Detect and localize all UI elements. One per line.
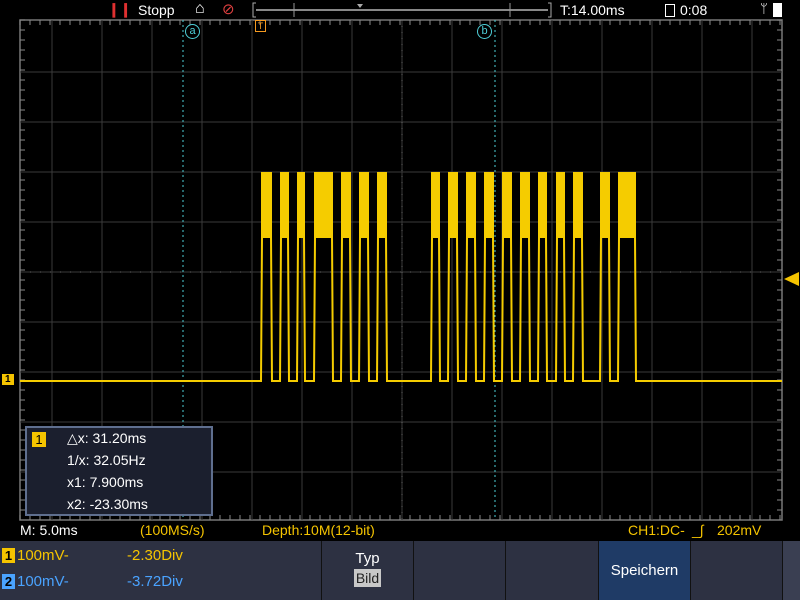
- type-label: Typ: [355, 550, 380, 567]
- inverse-delta-x: 1/x: 32.05Hz: [67, 452, 146, 468]
- pulse-burst: [466, 172, 476, 237]
- measurement-panel: 1 △x: 31.20ms 1/x: 32.05Hz x1: 7.900ms x…: [25, 426, 213, 516]
- rising-edge-icon: _∫: [692, 522, 704, 538]
- pulse-burst: [341, 172, 351, 237]
- pulse-burst: [431, 172, 440, 237]
- trigger-level-marker[interactable]: [784, 272, 799, 286]
- pause-icon[interactable]: ❙❙: [108, 1, 131, 18]
- usb-icon: ᛘ: [760, 1, 768, 16]
- menu-scroll[interactable]: [782, 541, 800, 600]
- sample-rate: (100MS/s): [140, 522, 205, 538]
- channel1-trace: [20, 172, 782, 382]
- pulse-burst: [618, 172, 636, 237]
- channel2-badge: 2: [2, 574, 15, 589]
- channel2-scale: 100mV-: [17, 573, 69, 590]
- battery-icon: [773, 3, 782, 17]
- trigger-time: T:14.00ms: [560, 2, 625, 18]
- cursor-a-label[interactable]: a: [185, 24, 200, 39]
- channel1-scale: 100mV-: [17, 547, 69, 564]
- trigger-position-marker[interactable]: T: [255, 20, 266, 32]
- measure-channel-badge: 1: [32, 432, 46, 447]
- home-icon[interactable]: ⌂: [195, 0, 205, 18]
- trace-line: [20, 236, 782, 382]
- channel1-badge: 1: [2, 548, 15, 563]
- memory-depth[interactable]: Depth:10M(12-bit): [262, 522, 375, 541]
- trigger-level: 202mV: [717, 522, 762, 538]
- cursor-b-label[interactable]: b: [477, 24, 492, 39]
- channel1-marker[interactable]: 1: [2, 374, 14, 385]
- channel2-info[interactable]: 2 100mV- -3.72Div: [2, 573, 183, 590]
- channel1-info[interactable]: 1 100mV- -2.30Div: [2, 547, 183, 564]
- menu-button-empty-1[interactable]: [413, 541, 505, 600]
- pulse-burst: [297, 172, 305, 237]
- pulse-burst: [484, 172, 494, 237]
- timer: 0:08: [680, 2, 708, 18]
- type-menu-button[interactable]: Typ Bild: [321, 541, 413, 600]
- type-value: Bild: [353, 569, 382, 587]
- timebase[interactable]: M: 5.0ms: [20, 522, 78, 541]
- pulse-burst: [261, 172, 272, 237]
- pulse-burst: [377, 172, 387, 237]
- trigger-info[interactable]: CH1:DC-: [628, 522, 685, 541]
- pulse-burst: [280, 172, 289, 237]
- pulse-burst: [359, 172, 369, 237]
- run-state[interactable]: Stopp: [138, 2, 175, 18]
- channel2-offset: -3.72Div: [127, 573, 183, 590]
- cursor-x1: x1: 7.900ms: [67, 474, 144, 490]
- pulse-burst: [502, 172, 512, 237]
- menu-button-empty-2[interactable]: [505, 541, 598, 600]
- lock-icon[interactable]: [665, 4, 675, 17]
- pulse-burst: [314, 172, 333, 237]
- pulse-burst: [538, 172, 547, 237]
- channel1-offset: -2.30Div: [127, 547, 183, 564]
- pulse-burst: [573, 172, 583, 237]
- pulse-burst: [556, 172, 565, 237]
- bottom-menu: 1 100mV- -2.30Div 2 100mV- -3.72Div Typ …: [0, 541, 800, 600]
- memory-position-bar[interactable]: [252, 2, 552, 18]
- probe-icon[interactable]: ⊘: [222, 0, 235, 18]
- cursor-x2: x2: -23.30ms: [67, 496, 148, 512]
- delta-x: △x: 31.20ms: [67, 430, 147, 446]
- pulse-burst: [448, 172, 458, 237]
- save-button[interactable]: Speichern: [598, 541, 690, 600]
- top-bar: ❙❙ Stopp ⌂ ⊘ T:14.00ms 0:08 ᛘ: [0, 0, 800, 20]
- pulse-burst: [520, 172, 530, 237]
- menu-button-empty-3[interactable]: [690, 541, 782, 600]
- pulse-burst: [600, 172, 610, 237]
